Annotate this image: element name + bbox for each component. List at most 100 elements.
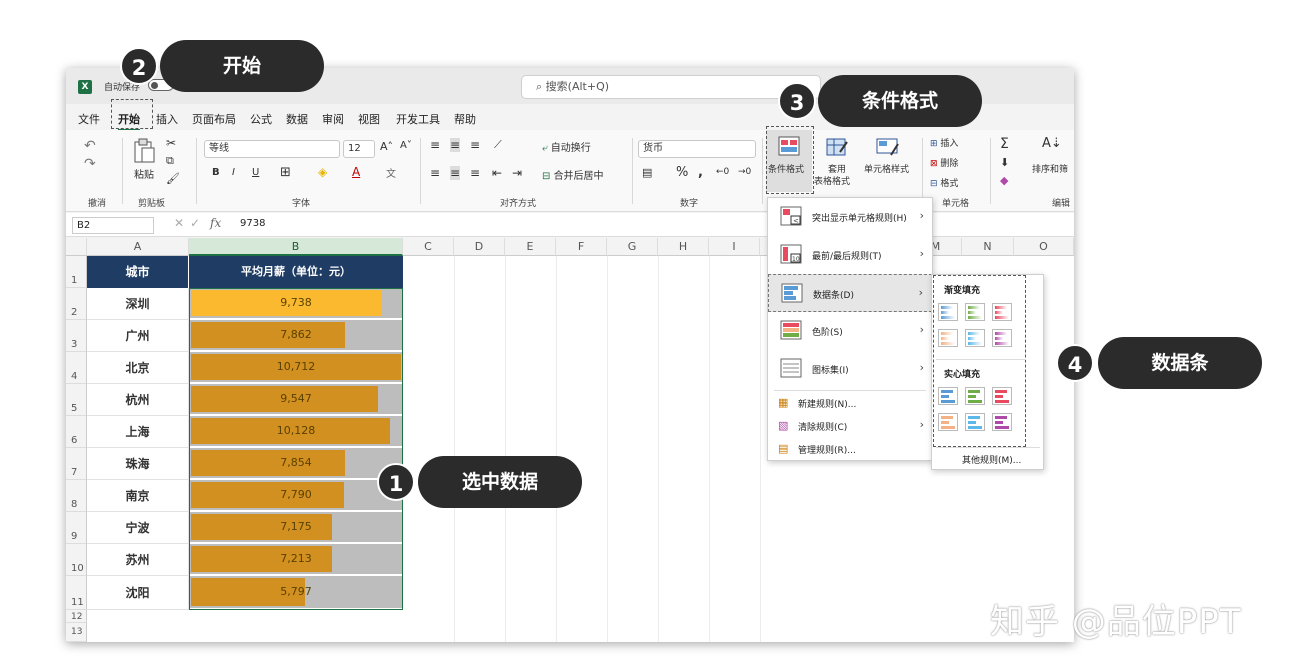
row-header[interactable]: 7 bbox=[66, 448, 87, 480]
menu-item-manage-rules[interactable]: ▤ 管理规则(R)... bbox=[768, 438, 932, 460]
gradient-bar-purple-icon[interactable] bbox=[992, 329, 1012, 347]
menu-item-top-bottom-rules[interactable]: 10 最前/最后规则(T) › bbox=[768, 236, 932, 274]
column-header[interactable]: F bbox=[556, 238, 607, 256]
font-size-dropdown[interactable]: 12 bbox=[343, 140, 375, 158]
redo-icon[interactable]: ↷ bbox=[84, 156, 96, 172]
align-center-icon[interactable]: ≡ bbox=[450, 166, 461, 180]
copy-icon[interactable]: ⧉ bbox=[166, 154, 174, 168]
column-header[interactable]: D bbox=[454, 238, 505, 256]
align-right-icon[interactable]: ≡ bbox=[470, 166, 480, 180]
city-cell[interactable]: 珠海 bbox=[87, 448, 189, 480]
solid-bar-red-icon[interactable] bbox=[992, 387, 1012, 405]
column-header[interactable]: I bbox=[709, 238, 760, 256]
city-cell[interactable]: 广州 bbox=[87, 320, 189, 352]
insert-function-icon[interactable]: fx bbox=[210, 216, 221, 230]
gradient-bar-green-icon[interactable] bbox=[965, 303, 985, 321]
column-header[interactable]: E bbox=[505, 238, 556, 256]
paste-icon[interactable] bbox=[132, 138, 156, 164]
orientation-icon[interactable]: ⟋ bbox=[494, 138, 502, 152]
comma-icon[interactable]: , bbox=[698, 165, 703, 180]
cell-styles-icon[interactable] bbox=[876, 138, 900, 158]
row-header[interactable]: 8 bbox=[66, 480, 87, 512]
gradient-bar-lightblue-icon[interactable] bbox=[965, 329, 985, 347]
column-header[interactable]: O bbox=[1014, 238, 1074, 256]
city-cell[interactable]: 杭州 bbox=[87, 384, 189, 416]
align-bottom-icon[interactable]: ≡ bbox=[470, 138, 480, 152]
row-header[interactable]: 5 bbox=[66, 384, 87, 416]
salary-cell[interactable]: 7,790 bbox=[189, 480, 403, 512]
formula-input[interactable]: 9738 bbox=[240, 218, 265, 229]
phonetic-icon[interactable]: 文 bbox=[386, 165, 396, 180]
tab-help[interactable]: 帮助 bbox=[454, 111, 476, 127]
merge-center-button[interactable]: ⊟ 合并后居中 bbox=[542, 167, 604, 182]
increase-decimal-icon[interactable]: ←0 bbox=[716, 167, 729, 177]
city-cell[interactable]: 苏州 bbox=[87, 544, 189, 576]
menu-item-data-bars[interactable]: 数据条(D) › bbox=[768, 274, 932, 312]
tab-formulas[interactable]: 公式 bbox=[250, 111, 272, 127]
tab-view[interactable]: 视图 bbox=[358, 111, 380, 127]
column-header[interactable]: A bbox=[87, 238, 189, 256]
search-box[interactable]: ⌕ 搜索(Alt+Q) bbox=[521, 75, 821, 99]
decrease-indent-icon[interactable]: ⇤ bbox=[492, 166, 502, 180]
menu-item-clear-rules[interactable]: ▧ 清除规则(C) › bbox=[768, 415, 932, 437]
city-cell[interactable]: 北京 bbox=[87, 352, 189, 384]
city-cell[interactable]: 沈阳 bbox=[87, 576, 189, 610]
solid-bar-green-icon[interactable] bbox=[965, 387, 985, 405]
salary-cell[interactable]: 7,175 bbox=[189, 512, 403, 544]
column-header[interactable]: B bbox=[189, 238, 403, 256]
tab-insert[interactable]: 插入 bbox=[156, 111, 178, 127]
format-cells-button[interactable]: ⊟ 格式 bbox=[930, 176, 958, 189]
table-header-salary[interactable]: 平均月薪（单位：元） bbox=[189, 256, 403, 288]
italic-button[interactable]: I bbox=[232, 167, 235, 178]
salary-cell[interactable]: 9,547 bbox=[189, 384, 403, 416]
accounting-icon[interactable]: ▤ bbox=[642, 166, 652, 179]
fill-color-icon[interactable]: ◈ bbox=[318, 165, 327, 179]
column-header[interactable]: G bbox=[607, 238, 658, 256]
menu-item-new-rule[interactable]: ▦ 新建规则(N)... bbox=[768, 392, 932, 414]
bold-button[interactable]: B bbox=[212, 167, 220, 178]
city-cell[interactable]: 宁波 bbox=[87, 512, 189, 544]
menu-item-highlight-rules[interactable]: < 突出显示单元格规则(H) › bbox=[768, 198, 932, 236]
decrease-font-icon[interactable]: A˅ bbox=[400, 140, 412, 151]
wrap-text-button[interactable]: ⤶ 自动换行 bbox=[542, 139, 591, 154]
row-header[interactable]: 13 bbox=[66, 623, 87, 642]
row-header[interactable]: 12 bbox=[66, 610, 87, 623]
solid-bar-purple-icon[interactable] bbox=[992, 413, 1012, 431]
increase-indent-icon[interactable]: ⇥ bbox=[512, 166, 522, 180]
autosum-icon[interactable]: Σ bbox=[1000, 136, 1009, 152]
salary-cell[interactable]: 5,797 bbox=[189, 576, 403, 610]
row-header[interactable]: 11 bbox=[66, 576, 87, 610]
align-left-icon[interactable]: ≡ bbox=[430, 166, 440, 180]
tab-developer[interactable]: 开发工具 bbox=[396, 111, 440, 127]
menu-item-icon-sets[interactable]: 图标集(I) › bbox=[768, 350, 932, 388]
row-header[interactable]: 9 bbox=[66, 512, 87, 544]
border-icon[interactable]: ⊞ bbox=[280, 165, 291, 180]
clear-icon[interactable]: ◆ bbox=[1000, 174, 1008, 187]
sort-filter-icon[interactable]: A⇣ bbox=[1042, 136, 1062, 151]
tab-file[interactable]: 文件 bbox=[78, 111, 100, 127]
solid-bar-blue-icon[interactable] bbox=[938, 387, 958, 405]
underline-button[interactable]: U bbox=[252, 167, 259, 178]
city-cell[interactable]: 深圳 bbox=[87, 288, 189, 320]
salary-cell[interactable]: 7,854 bbox=[189, 448, 403, 480]
undo-icon[interactable]: ↶ bbox=[84, 138, 96, 154]
solid-bar-lightblue-icon[interactable] bbox=[965, 413, 985, 431]
gradient-bar-orange-icon[interactable] bbox=[938, 329, 958, 347]
table-format-icon[interactable] bbox=[826, 138, 848, 158]
salary-cell[interactable]: 7,862 bbox=[189, 320, 403, 352]
city-cell[interactable]: 上海 bbox=[87, 416, 189, 448]
row-header[interactable]: 10 bbox=[66, 544, 87, 576]
font-name-dropdown[interactable]: 等线 bbox=[204, 140, 340, 158]
more-rules-link[interactable]: 其他规则(M)... bbox=[962, 453, 1021, 466]
align-top-icon[interactable]: ≡ bbox=[430, 138, 440, 152]
fill-icon[interactable]: ⬇ bbox=[1000, 156, 1009, 169]
table-header-city[interactable]: 城市 bbox=[87, 256, 189, 288]
gradient-bar-red-icon[interactable] bbox=[992, 303, 1012, 321]
increase-font-icon[interactable]: A˄ bbox=[380, 140, 393, 153]
name-box[interactable]: B2 bbox=[72, 217, 154, 234]
tab-review[interactable]: 审阅 bbox=[322, 111, 344, 127]
font-color-icon[interactable]: A bbox=[352, 165, 360, 179]
row-header[interactable]: 1 bbox=[66, 256, 87, 288]
salary-cell[interactable]: 7,213 bbox=[189, 544, 403, 576]
delete-cells-button[interactable]: ⊠ 删除 bbox=[930, 156, 958, 169]
